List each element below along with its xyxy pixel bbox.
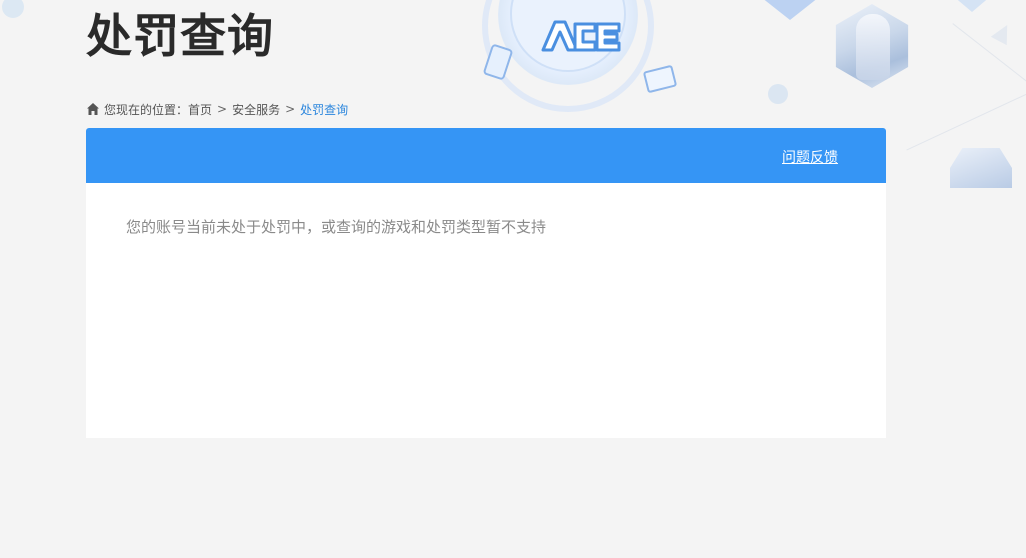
phone-icon: [482, 43, 514, 81]
breadcrumb-current: 处罚查询: [300, 102, 349, 117]
home-icon: [87, 103, 99, 115]
breadcrumb-item-home[interactable]: 首页: [188, 101, 212, 118]
game-card-icon: [642, 64, 678, 94]
page: 处罚查询 您现在的位置： 首页 > 安全服务 > 处罚查询 问题反馈 您的账号当…: [0, 0, 1026, 558]
emblem-ring-outer: [498, 0, 638, 85]
panel-body: 您的账号当前未处于处罚中，或查询的游戏和处罚类型暂不支持: [86, 183, 886, 271]
breadcrumb-prefix: 您现在的位置：: [104, 102, 189, 117]
breadcrumb-separator: >: [285, 102, 296, 116]
ace-logo: [541, 20, 621, 52]
panel-header: 问题反馈: [86, 128, 886, 183]
decorative-star: [990, 20, 1016, 46]
character-figure: [856, 14, 890, 80]
breadcrumb-item-security[interactable]: 安全服务: [232, 101, 280, 118]
character-hexagon: [835, 4, 909, 88]
feedback-link[interactable]: 问题反馈: [782, 147, 838, 167]
result-message: 您的账号当前未处于处罚中，或查询的游戏和处罚类型暂不支持: [126, 218, 547, 236]
result-panel: 问题反馈 您的账号当前未处于处罚中，或查询的游戏和处罚类型暂不支持: [86, 128, 886, 438]
breadcrumb: 您现在的位置： 首页 > 安全服务 > 处罚查询: [86, 100, 348, 118]
decorative-triangle: [752, 0, 828, 20]
decorative-line: [906, 90, 1026, 151]
decorative-dot: [768, 84, 788, 104]
emblem-ring-inner: [510, 0, 626, 72]
emblem-glow: [482, 0, 654, 112]
decorative-line: [952, 23, 1026, 98]
character-hexagon-small: [950, 148, 1012, 188]
decorative-triangle: [946, 0, 998, 12]
decorative-dot: [2, 0, 24, 18]
breadcrumb-separator: >: [217, 102, 228, 116]
page-title: 处罚查询: [86, 9, 274, 63]
